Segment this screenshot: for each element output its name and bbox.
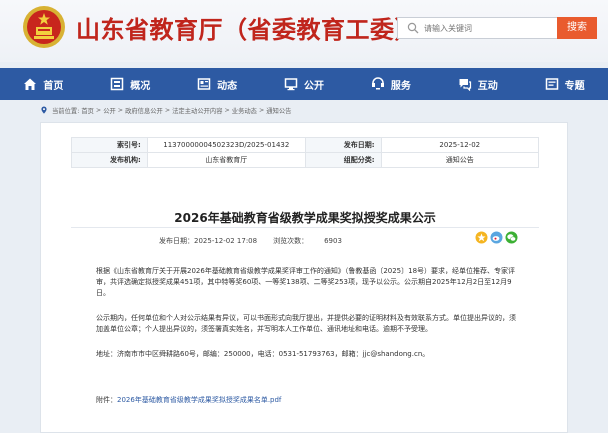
breadcrumb: 当前位置: 首页 > 公开 > 政府信息公开 > 法定主动公开内容 > 业务动态… <box>0 103 608 117</box>
weibo-share-icon[interactable] <box>490 231 503 244</box>
address-line: 地址：济南市市中区舜耕路60号，邮编：250000，电话：0531-517937… <box>96 350 430 358</box>
nav-label: 动态 <box>217 80 238 92</box>
service-icon <box>371 77 384 90</box>
nav-label: 互动 <box>477 80 498 92</box>
index-value: 11370000004502323D/2025-01432 <box>146 137 306 153</box>
pub-date-value: 2025-12-02 17:08 <box>194 237 258 245</box>
nav-item-news[interactable]: 动态 <box>174 68 261 100</box>
breadcrumb-item-statutory[interactable]: 法定主动公开内容 <box>172 106 222 115</box>
qzone-share-icon[interactable] <box>475 231 488 244</box>
nav-label: 概况 <box>130 80 151 92</box>
org-label: 发布机构: <box>71 152 148 168</box>
body-paragraph-1: 根据《山东省教育厅关于开展2026年基础教育省级教学成果奖评审工作的通知》（鲁教… <box>96 267 516 297</box>
article-card: 索引号: 11370000004502323D/2025-01432 发布日期:… <box>40 122 568 433</box>
interact-icon <box>459 79 471 91</box>
attachment-link[interactable]: 2026年基础教育省级教学成果奖拟授奖成果名单.pdf <box>117 396 281 404</box>
location-icon <box>41 106 47 114</box>
nav-item-topic[interactable]: 专题 <box>521 68 608 100</box>
breadcrumb-item-business[interactable]: 业务动态 <box>232 106 257 115</box>
breadcrumb-separator: > <box>224 106 230 114</box>
open-icon <box>284 78 298 91</box>
breadcrumb-item-gov-info[interactable]: 政府信息公开 <box>125 106 163 115</box>
index-label: 索引号: <box>71 137 148 153</box>
share-bar <box>475 231 520 244</box>
views-value: 6903 <box>324 237 342 245</box>
search-icon <box>407 22 419 34</box>
date-value: 2025-12-02 <box>380 137 540 153</box>
nav-label: 首页 <box>43 80 64 92</box>
search-input[interactable] <box>424 18 554 38</box>
wechat-share-icon[interactable] <box>505 231 518 244</box>
site-title[interactable]: 山东省教育厅（省委教育工委） <box>76 10 419 45</box>
search-box[interactable] <box>397 17 557 39</box>
attachment-line: 附件：2026年基础教育省级教学成果奖拟授奖成果名单.pdf <box>96 395 516 406</box>
nav-item-home[interactable]: 首页 <box>0 68 87 100</box>
meta-table: 索引号: 11370000004502323D/2025-01432 发布日期:… <box>71 137 540 168</box>
publish-info: 发布日期：2025-12-02 17:08 浏览次数： 6903 <box>159 236 342 246</box>
main-nav: 首页 概况 动态 公开 服务 互动 专题 <box>0 68 608 100</box>
breadcrumb-item-home[interactable]: 首页 <box>81 106 94 115</box>
breadcrumb-item-open[interactable]: 公开 <box>103 106 116 115</box>
breadcrumb-separator: > <box>117 106 124 114</box>
nav-label: 服务 <box>390 80 411 92</box>
org-value: 山东省教育厅 <box>146 152 306 168</box>
pub-date-label: 发布日期： <box>159 237 194 245</box>
category-label: 组配分类: <box>304 152 382 168</box>
national-emblem-icon[interactable] <box>22 5 66 49</box>
nav-label: 专题 <box>564 80 585 92</box>
category-value: 通知公告 <box>380 152 540 168</box>
article-title: 2026年基础教育省级教学成果奖拟授奖成果公示 <box>174 211 436 225</box>
overview-icon <box>111 77 124 91</box>
nav-item-interact[interactable]: 互动 <box>434 68 521 100</box>
nav-item-overview[interactable]: 概况 <box>87 68 174 100</box>
search-button[interactable]: 搜索 <box>557 17 597 39</box>
breadcrumb-separator: > <box>95 106 102 114</box>
nav-item-service[interactable]: 服务 <box>347 68 434 100</box>
breadcrumb-prefix: 当前位置: <box>52 107 80 115</box>
nav-label: 公开 <box>304 80 324 92</box>
views-label: 浏览次数： <box>273 237 309 245</box>
title-divider <box>71 227 539 228</box>
body-paragraph-2: 公示期内，任何单位和个人对公示结果有异议，可以书面形式向我厅提出，并提供必要的证… <box>96 314 516 333</box>
news-icon <box>197 78 211 90</box>
breadcrumb-separator: > <box>258 106 265 114</box>
date-label: 发布日期: <box>304 137 382 153</box>
topic-icon <box>545 78 558 90</box>
nav-item-open[interactable]: 公开 <box>261 68 348 100</box>
site-header: 山东省教育厅（省委教育工委） 搜索 <box>0 0 608 62</box>
breadcrumb-item-notice[interactable]: 通知公告 <box>266 106 291 115</box>
home-icon <box>24 78 37 90</box>
attachment-label: 附件： <box>96 396 117 404</box>
breadcrumb-separator: > <box>164 106 171 114</box>
